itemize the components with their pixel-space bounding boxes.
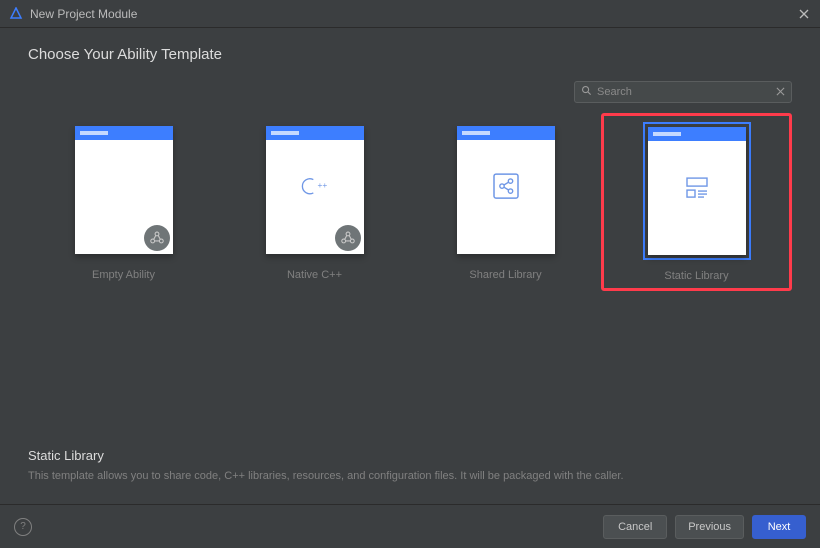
search-box[interactable] [574, 81, 792, 103]
search-input[interactable] [597, 86, 771, 98]
titlebar: New Project Module [0, 0, 820, 28]
close-icon[interactable] [796, 6, 812, 22]
page-heading: Choose Your Ability Template [28, 46, 792, 63]
description-title: Static Library [28, 448, 792, 463]
content-area: Choose Your Ability Template Empt [0, 28, 820, 291]
template-label: Shared Library [469, 269, 541, 281]
template-grid: Empty Ability ++ Native C++ [28, 113, 792, 291]
template-native-cpp[interactable]: ++ Native C++ [219, 113, 410, 291]
template-static-library[interactable]: Static Library [601, 113, 792, 291]
description-block: Static Library This template allows you … [28, 448, 792, 484]
help-icon[interactable]: ? [14, 518, 32, 536]
window-title: New Project Module [30, 7, 790, 21]
next-button[interactable]: Next [752, 515, 806, 539]
module-badge-icon [335, 225, 361, 251]
search-icon [581, 83, 592, 101]
footer: ? Cancel Previous Next [0, 504, 820, 548]
template-label: Empty Ability [92, 269, 155, 281]
template-label: Static Library [664, 270, 728, 282]
share-icon [491, 171, 521, 206]
app-icon [8, 6, 24, 22]
module-badge-icon [144, 225, 170, 251]
search-row [28, 81, 792, 103]
svg-text:++: ++ [317, 180, 327, 190]
template-label: Native C++ [287, 269, 342, 281]
template-shared-library[interactable]: Shared Library [410, 113, 601, 291]
cpp-icon: ++ [295, 173, 335, 204]
clear-search-icon[interactable] [776, 83, 785, 101]
cancel-button[interactable]: Cancel [603, 515, 667, 539]
description-text: This template allows you to share code, … [28, 469, 792, 484]
previous-button[interactable]: Previous [675, 515, 744, 539]
layout-icon [682, 172, 712, 207]
template-empty-ability[interactable]: Empty Ability [28, 113, 219, 291]
